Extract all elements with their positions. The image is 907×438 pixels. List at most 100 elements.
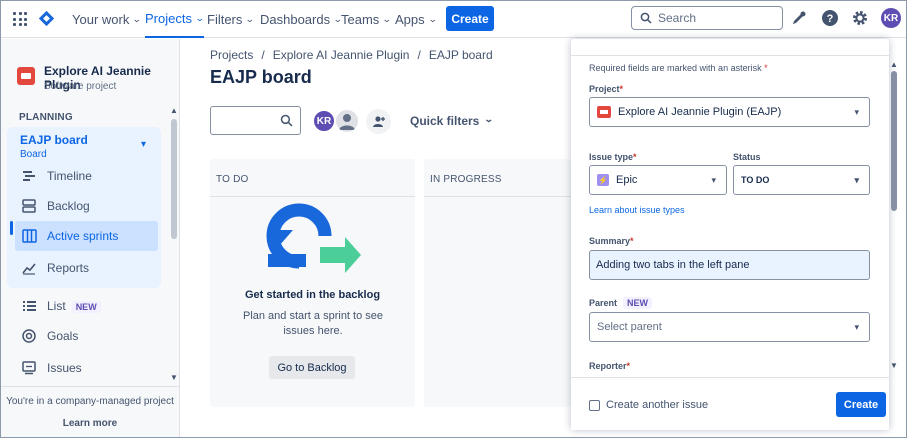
jira-logo-icon[interactable] — [38, 10, 55, 27]
project-avatar-icon — [597, 106, 611, 118]
user-avatar[interactable]: KR — [881, 8, 901, 28]
create-another-checkbox[interactable] — [589, 400, 600, 411]
create-button[interactable]: Create — [446, 6, 494, 31]
issue-type-field-label: Issue type* — [589, 152, 637, 162]
notifications-icon[interactable] — [789, 8, 809, 28]
project-label-text: Project — [589, 84, 620, 94]
sidebar-scrollbar[interactable] — [171, 119, 177, 239]
new-badge: NEW — [623, 297, 653, 309]
quick-filters-label: Quick filters — [410, 114, 480, 128]
scroll-up-arrow-icon[interactable]: ▲ — [890, 60, 898, 69]
issue-type-select[interactable]: ⚡ Epic ▾ — [589, 165, 727, 195]
sidebar-item-label: Goals — [47, 329, 79, 343]
nav-dashboards[interactable]: Dashboards ⌄ — [260, 0, 343, 38]
create-issue-submit-button[interactable]: Create — [836, 392, 886, 417]
chart-line-icon — [21, 260, 37, 276]
nav-dashboards-label: Dashboards — [260, 11, 331, 27]
unassigned-avatar-icon[interactable] — [334, 108, 360, 134]
parent-select[interactable]: Select parent ▾ — [589, 312, 870, 342]
sidebar-item-active-sprints[interactable]: Active sprints — [0, 221, 180, 251]
goal-icon — [21, 328, 37, 344]
learn-issue-types-link[interactable]: Learn about issue types — [589, 205, 685, 215]
scroll-up-arrow-icon[interactable]: ▲ — [170, 106, 178, 115]
help-icon[interactable]: ? — [820, 8, 840, 28]
nav-teams[interactable]: Teams ⌄ — [341, 0, 392, 38]
breadcrumb-item[interactable]: Explore AI Jeannie Plugin — [273, 48, 410, 62]
scroll-down-arrow-icon[interactable]: ▼ — [890, 361, 898, 370]
project-field-label: Project* — [589, 84, 624, 94]
summary-input[interactable]: Adding two tabs in the left pane — [589, 250, 870, 280]
svg-text:?: ? — [827, 13, 834, 25]
sidebar-item-goals[interactable]: Goals — [0, 321, 180, 351]
backlog-illustration-icon — [266, 203, 361, 273]
nav-apps[interactable]: Apps ⌄ — [395, 0, 438, 38]
scroll-down-arrow-icon[interactable]: ▼ — [170, 373, 178, 382]
page-title: EAJP board — [210, 67, 312, 87]
required-note-text: Required fields are marked with an aster… — [589, 63, 762, 73]
project-type: Software project — [44, 81, 117, 92]
status-select[interactable]: TO DO ▾ — [733, 165, 870, 195]
sidebar-item-label: Backlog — [47, 199, 90, 213]
create-another-label[interactable]: Create another issue — [606, 399, 708, 411]
search-placeholder: Search — [658, 11, 697, 25]
search-input[interactable]: Search — [631, 6, 783, 30]
top-navigation: Your work ⌄ Projects ⌄ Filters ⌄ Dashboards… — [0, 0, 907, 38]
issue-type-select-value: Epic — [616, 174, 638, 186]
board-switcher-title[interactable]: EAJP board — [20, 133, 88, 147]
sidebar-item-label: Issues — [47, 361, 82, 375]
sidebar-item-reports[interactable]: Reports — [0, 253, 180, 283]
nav-your-work-label: Your work — [72, 11, 130, 27]
nav-your-work[interactable]: Your work ⌄ — [72, 0, 143, 38]
reporter-label-text: Reporter — [589, 361, 627, 371]
settings-gear-icon[interactable] — [850, 8, 870, 28]
breadcrumb-separator: / — [261, 48, 265, 62]
chevron-down-icon: ⌄ — [427, 13, 438, 24]
nav-projects[interactable]: Projects ⌄ — [145, 0, 205, 38]
column-header: IN PROGRESS — [430, 174, 502, 185]
summary-field-label: Summary* — [589, 236, 634, 246]
breadcrumb-item[interactable]: Projects — [210, 48, 253, 62]
assignee-avatar[interactable]: KR — [312, 109, 336, 133]
learn-more-link[interactable]: Learn more — [0, 418, 180, 429]
nav-teams-label: Teams — [341, 11, 380, 27]
quick-filters-dropdown[interactable]: Quick filters ⌄ — [410, 114, 494, 128]
search-icon — [280, 114, 293, 127]
new-badge: NEW — [71, 301, 101, 313]
project-mode-text: You're in a company-managed project — [6, 396, 174, 407]
board-search-input[interactable] — [210, 106, 301, 135]
parent-select-placeholder: Select parent — [597, 321, 662, 333]
sidebar-item-label: Reports — [47, 261, 90, 275]
epic-lightning-icon: ⚡ — [597, 174, 609, 186]
breadcrumb: Projects / Explore AI Jeannie Plugin / E… — [210, 48, 493, 62]
nav-filters[interactable]: Filters ⌄ — [207, 0, 256, 38]
chevron-down-icon: ⌄ — [245, 13, 256, 24]
project-avatar-icon — [17, 67, 35, 85]
sidebar-item-list[interactable]: List NEW — [0, 291, 180, 321]
chevron-down-icon: ⌄ — [382, 13, 392, 24]
project-select[interactable]: Explore AI Jeannie Plugin (EAJP) ▾ — [589, 97, 870, 127]
sidebar-item-issues[interactable]: Issues — [0, 353, 180, 383]
sidebar-item-label: Active sprints — [47, 229, 119, 243]
reporter-field-label: Reporter* — [589, 361, 631, 371]
parent-field-label: Parent NEW — [589, 297, 653, 309]
add-people-icon[interactable] — [366, 109, 391, 134]
breadcrumb-item[interactable]: EAJP board — [429, 48, 493, 62]
app-switcher-icon[interactable] — [13, 12, 27, 26]
chevron-down-icon: ⌄ — [132, 13, 143, 24]
nav-projects-label: Projects — [145, 10, 192, 26]
column-header: TO DO — [216, 174, 249, 185]
column-divider — [424, 196, 571, 197]
sidebar-item-timeline[interactable]: Timeline — [0, 161, 180, 191]
chevron-down-icon[interactable]: ▾ — [141, 139, 146, 150]
chevron-down-icon: ▾ — [854, 175, 859, 185]
sidebar-item-label: List — [47, 299, 66, 313]
chevron-down-icon: ▾ — [854, 322, 859, 332]
panel-scrollbar[interactable] — [891, 71, 897, 211]
parent-label-text: Parent — [589, 298, 618, 308]
issues-icon — [21, 360, 37, 376]
dialog-footer: Create another issue Create — [571, 377, 889, 430]
board-columns-icon — [21, 228, 37, 244]
go-to-backlog-button[interactable]: Go to Backlog — [269, 356, 355, 379]
sidebar-item-backlog[interactable]: Backlog — [0, 191, 180, 221]
issue-type-label-text: Issue type — [589, 152, 634, 162]
